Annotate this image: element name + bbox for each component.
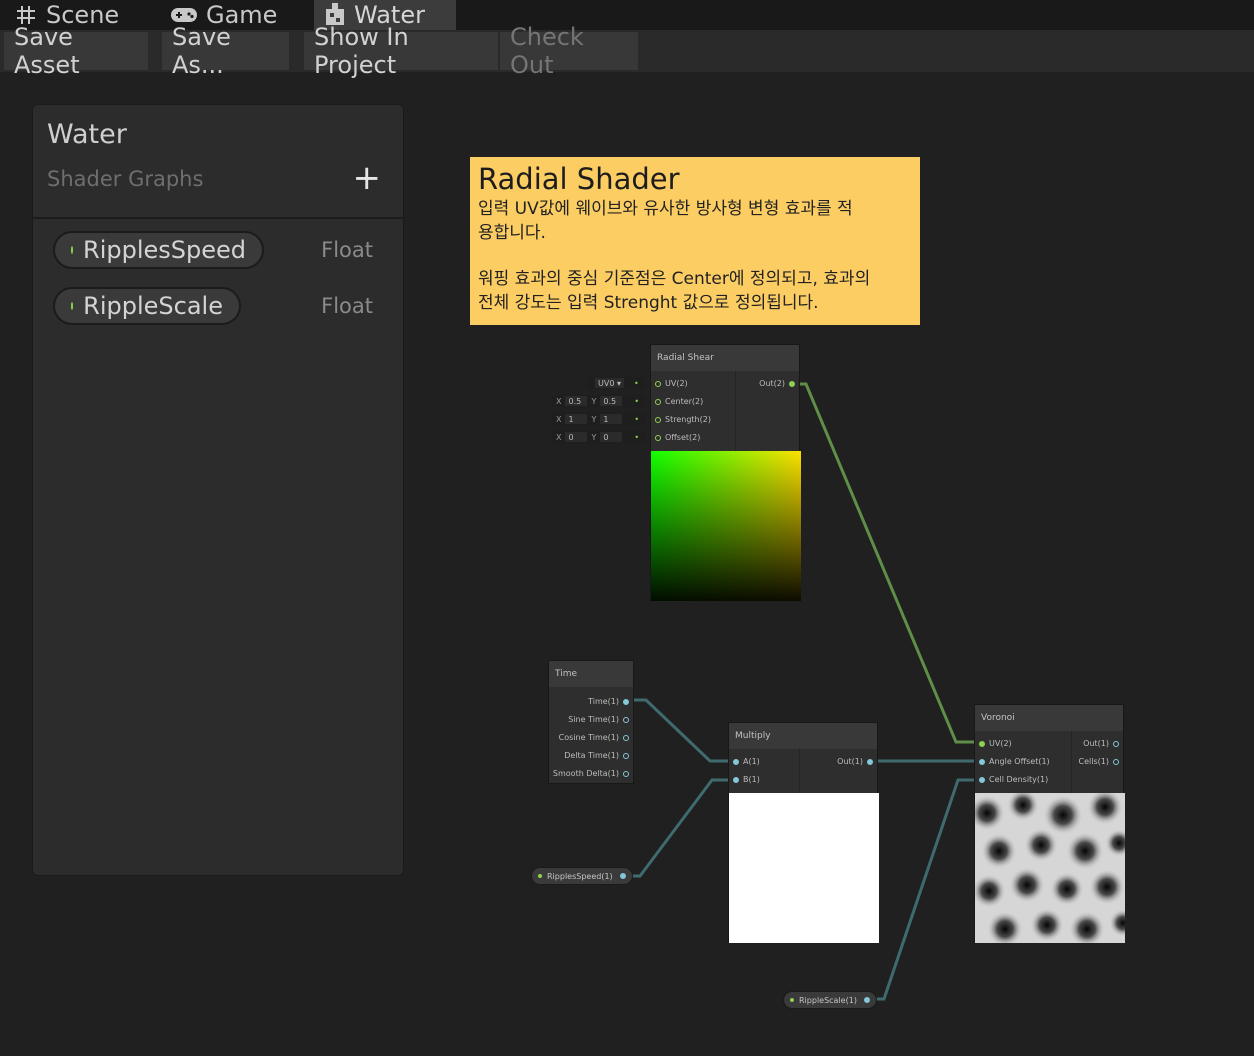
input-port-center[interactable]: Center(2) (655, 397, 703, 406)
radial-shear-node[interactable]: Radial Shear UV(2) Center(2) Strength(2)… (650, 344, 801, 601)
output-port-smooth-delta[interactable]: Smooth Delta(1) (553, 769, 629, 778)
show-in-project-button[interactable]: Show In Project (304, 23, 498, 79)
float-dot-icon (538, 874, 542, 878)
blackboard-title: Water (47, 119, 127, 150)
output-port-cells[interactable]: Cells(1) (1079, 757, 1119, 766)
center-vector-field[interactable]: X 0.5 Y 0.5 • (552, 395, 645, 407)
wire-ripplescale-to-voronoi-density (870, 778, 982, 1001)
voronoi-preview (975, 793, 1125, 943)
property-type: Float (321, 294, 373, 318)
multiply-node[interactable]: Multiply A(1) B(1) Out(1) (728, 722, 879, 943)
check-out-button: Check Out (500, 23, 638, 79)
input-port-strength[interactable]: Strength(2) (655, 415, 711, 424)
node-title: Radial Shear (651, 345, 799, 371)
input-port-uv[interactable]: UV(2) (655, 379, 688, 388)
node-title: Multiply (729, 723, 877, 749)
input-port-offset[interactable]: Offset(2) (655, 433, 700, 442)
output-port-out[interactable]: Out(2) (759, 379, 795, 388)
output-port-cosine-time[interactable]: Cosine Time(1) (559, 733, 629, 742)
ripplescale-property-node[interactable]: RippleScale(1) (783, 991, 877, 1009)
output-port-time[interactable]: Time(1) (588, 697, 629, 706)
input-port-angle-offset[interactable]: Angle Offset(1) (979, 757, 1050, 766)
radial-shear-preview (651, 451, 801, 601)
offset-vector-field[interactable]: X0 Y0 • (552, 431, 645, 443)
property-ripplescale[interactable]: RippleScale (53, 287, 241, 325)
blackboard-subtitle: Shader Graphs (47, 167, 204, 191)
save-as-button[interactable]: Save As... (162, 23, 289, 79)
blackboard-panel[interactable]: Water Shader Graphs + RipplesSpeed Float… (32, 104, 404, 876)
float-dot-icon (71, 246, 74, 254)
ripplesspeed-property-node[interactable]: RipplesSpeed(1) (531, 867, 633, 885)
node-title: Time (549, 661, 633, 687)
blackboard-header: Water Shader Graphs + (33, 105, 403, 219)
sticky-note-title: Radial Shader (478, 162, 680, 196)
graph-toolbar: Save Asset Save As... Show In Project Ch… (0, 23, 1254, 79)
time-node[interactable]: Time Time(1) Sine Time(1) Cosine Time(1)… (548, 660, 634, 784)
uv-channel-dropdown[interactable]: UV0 ▾ • (587, 377, 645, 389)
sticky-note-line: 워핑 효과의 중심 기준점은 Center에 정의되고, 효과의 (478, 269, 871, 289)
add-property-button[interactable]: + (353, 161, 382, 195)
wire-radialshear-to-voronoi-uv (798, 382, 982, 744)
property-ripplesspeed[interactable]: RipplesSpeed (53, 231, 264, 269)
voronoi-node[interactable]: Voronoi UV(2) Angle Offset(1) Cell Densi… (974, 704, 1125, 943)
input-port-b[interactable]: B(1) (733, 775, 760, 784)
wire-ripplesspeed-to-multiply-b (627, 778, 737, 878)
output-port-delta-time[interactable]: Delta Time(1) (564, 751, 629, 760)
float-dot-icon (790, 998, 794, 1002)
sticky-note[interactable]: Radial Shader 입력 UV값에 웨이브와 유사한 방사형 변형 효과… (470, 157, 920, 325)
gamepad-icon (170, 5, 198, 25)
node-title: Voronoi (975, 705, 1123, 731)
wire-time-to-multiply-a (631, 698, 737, 763)
property-type: Float (321, 238, 373, 262)
property-name: RipplesSpeed (83, 236, 246, 264)
sticky-note-line: 입력 UV값에 웨이브와 유사한 방사형 변형 효과를 적 (478, 199, 853, 219)
sticky-note-line: 전체 강도는 입력 Strenght 값으로 정의됩니다. (478, 293, 819, 313)
float-dot-icon (71, 302, 74, 310)
save-asset-button[interactable]: Save Asset (4, 23, 148, 79)
input-port-uv[interactable]: UV(2) (979, 739, 1012, 748)
property-name: RippleScale (83, 292, 223, 320)
output-port-sine-time[interactable]: Sine Time(1) (568, 715, 629, 724)
sticky-note-line: 용합니다. (478, 223, 546, 243)
output-port-out[interactable]: Out(1) (1083, 739, 1119, 748)
input-port-cell-density[interactable]: Cell Density(1) (979, 775, 1048, 784)
input-port-a[interactable]: A(1) (733, 757, 760, 766)
output-port-out[interactable]: Out(1) (837, 757, 873, 766)
strength-vector-field[interactable]: X1 Y1 • (552, 413, 645, 425)
multiply-preview (729, 793, 879, 943)
